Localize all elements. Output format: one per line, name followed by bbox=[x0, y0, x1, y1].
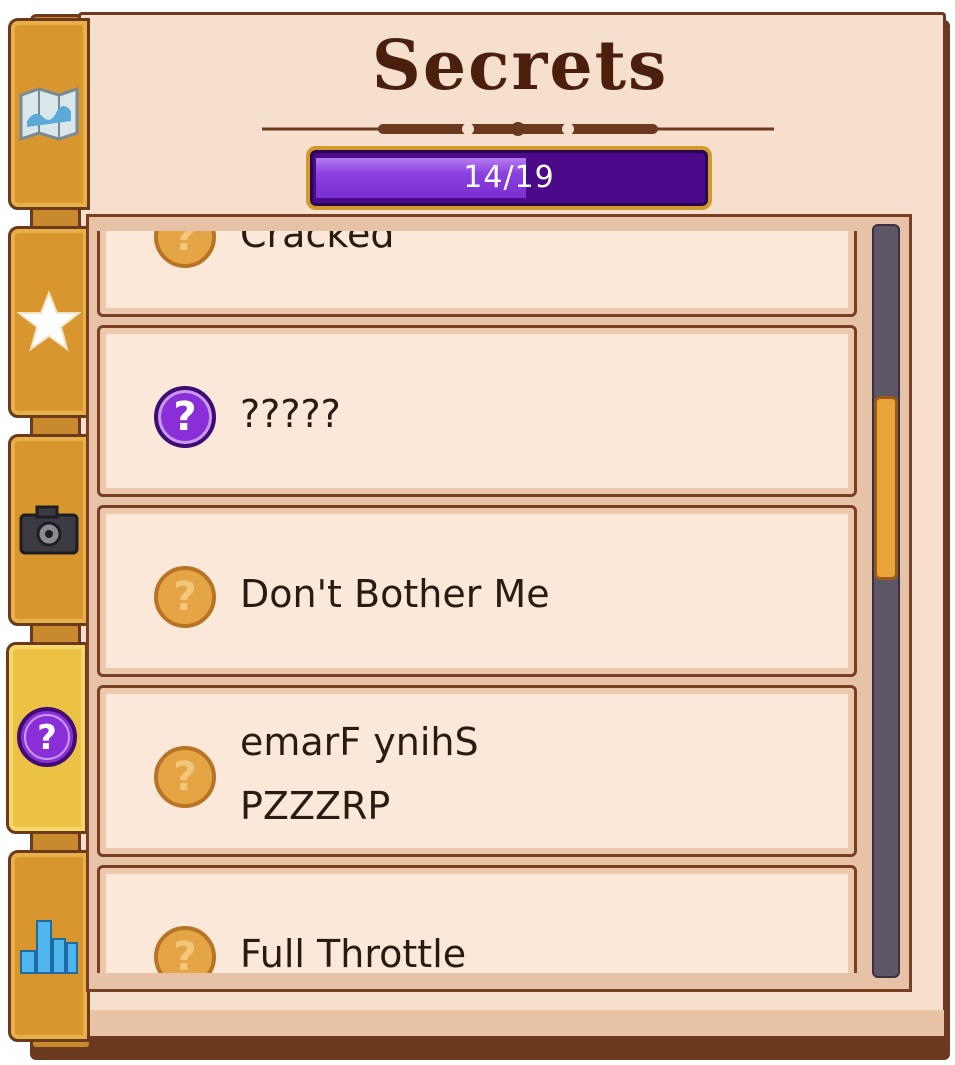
list-item[interactable]: ? ????? bbox=[97, 325, 857, 497]
page-title: Secrets bbox=[371, 26, 669, 106]
secrets-list[interactable]: ? Cracked ? ????? ? Don't Bother Me ? em… bbox=[97, 231, 869, 973]
secrets-progress-bar: 14/19 bbox=[306, 146, 712, 210]
question-locked-icon: ? bbox=[154, 746, 216, 808]
tab-photos[interactable] bbox=[8, 434, 90, 626]
list-item[interactable]: ? Cracked bbox=[97, 231, 857, 317]
question-locked-icon: ? bbox=[154, 926, 216, 973]
secret-label: Don't Bother Me bbox=[240, 572, 550, 616]
question-locked-icon: ? bbox=[154, 566, 216, 628]
journal-page-edge bbox=[78, 1010, 944, 1040]
secret-label: emarF ynihS PZZZRP bbox=[240, 720, 479, 828]
tab-stats[interactable] bbox=[8, 850, 90, 1042]
map-icon bbox=[19, 86, 79, 142]
tab-secrets[interactable]: ? bbox=[6, 642, 88, 834]
list-item[interactable]: ? Don't Bother Me bbox=[97, 505, 857, 677]
tab-map[interactable] bbox=[8, 18, 90, 210]
svg-text:?: ? bbox=[37, 718, 57, 758]
question-secret-icon: ? bbox=[154, 386, 216, 448]
star-icon bbox=[17, 290, 81, 352]
secrets-list-panel[interactable]: ? Cracked ? ????? ? Don't Bother Me ? em… bbox=[86, 214, 912, 992]
question-icon: ? bbox=[17, 707, 77, 767]
scrollbar-thumb[interactable] bbox=[874, 396, 898, 580]
secret-label: Cracked bbox=[240, 231, 395, 256]
title-ornament bbox=[262, 122, 774, 136]
question-locked-icon: ? bbox=[154, 231, 216, 268]
secret-label: ????? bbox=[240, 392, 341, 436]
tab-achievements[interactable] bbox=[8, 226, 90, 418]
list-item[interactable]: ? emarF ynihS PZZZRP bbox=[97, 685, 857, 857]
secret-label: Full Throttle bbox=[240, 932, 467, 973]
scrollbar-track[interactable] bbox=[872, 224, 900, 978]
progress-label: 14/19 bbox=[463, 160, 555, 195]
bar-chart-icon bbox=[20, 920, 78, 974]
camera-icon bbox=[19, 505, 79, 555]
list-item[interactable]: ? Full Throttle bbox=[97, 865, 857, 973]
